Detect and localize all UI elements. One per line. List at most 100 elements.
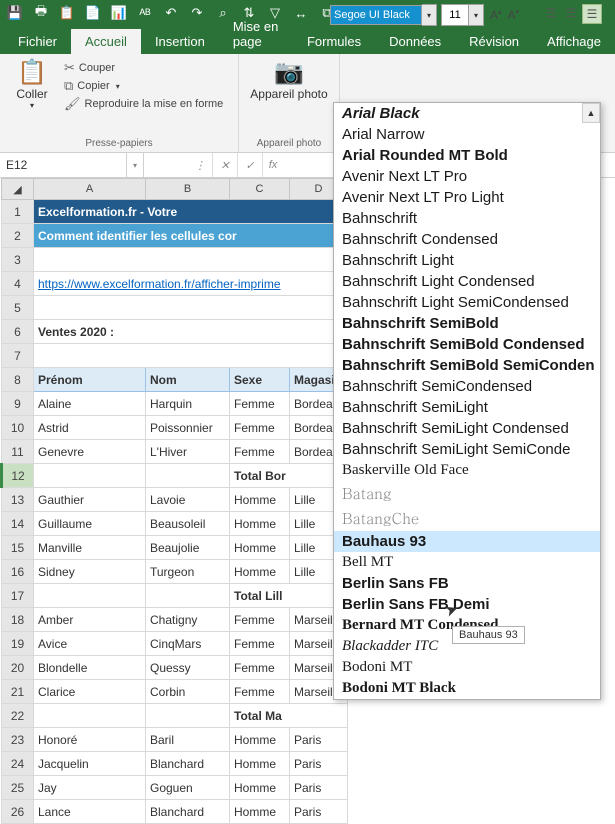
cell[interactable]: Turgeon <box>146 560 230 584</box>
cell[interactable]: Homme <box>230 536 290 560</box>
cell[interactable]: Homme <box>230 800 290 824</box>
col-header-c[interactable]: C <box>230 179 290 200</box>
title-cell[interactable]: Excelformation.fr - Votre <box>34 200 348 224</box>
font-option[interactable]: Arial Narrow <box>334 124 600 145</box>
cell[interactable]: Amber <box>34 608 146 632</box>
select-all-corner[interactable]: ◢ <box>2 179 34 200</box>
row-header[interactable]: 8 <box>2 368 34 392</box>
font-option[interactable]: Bahnschrift SemiLight SemiConde <box>334 439 600 460</box>
row-header[interactable]: 10 <box>2 416 34 440</box>
row-header[interactable]: 26 <box>2 800 34 824</box>
cancel-fx-button[interactable]: ⋮ <box>188 153 213 177</box>
spreadsheet-grid[interactable]: ◢ A B C D 1Excelformation.fr - Votre 2Co… <box>0 178 348 824</box>
font-option[interactable]: Avenir Next LT Pro <box>334 166 600 187</box>
cell[interactable]: Beausoleil <box>146 512 230 536</box>
align-middle-button[interactable]: ☰ <box>562 4 580 22</box>
cell[interactable]: Femme <box>230 632 290 656</box>
cell[interactable]: Corbin <box>146 680 230 704</box>
font-option[interactable]: Bahnschrift SemiBold Condensed <box>334 334 600 355</box>
cell[interactable]: Quessy <box>146 656 230 680</box>
cell[interactable]: Manville <box>34 536 146 560</box>
cell[interactable]: Femme <box>230 392 290 416</box>
cell[interactable]: Blondelle <box>34 656 146 680</box>
copy-button[interactable]: ⧉Copier▾ <box>64 78 223 94</box>
cell[interactable]: Paris <box>290 776 348 800</box>
spell-icon[interactable]: ᴬᴮ <box>134 2 156 24</box>
tab-affichage[interactable]: Affichage <box>533 29 615 54</box>
font-option[interactable]: Bahnschrift Light SemiCondensed <box>334 292 600 313</box>
cell[interactable]: L'Hiver <box>146 440 230 464</box>
row-header[interactable]: 16 <box>2 560 34 584</box>
font-option[interactable]: Bahnschrift Light <box>334 250 600 271</box>
total-cell[interactable]: Total Lill <box>230 584 348 608</box>
font-option[interactable]: Bahnschrift SemiLight <box>334 397 600 418</box>
row-header[interactable]: 17 <box>2 584 34 608</box>
row-header[interactable]: 23 <box>2 728 34 752</box>
font-option[interactable]: Bahnschrift SemiCondensed <box>334 376 600 397</box>
cell[interactable]: Femme <box>230 608 290 632</box>
cell[interactable] <box>34 464 146 488</box>
font-option[interactable]: Bahnschrift Light Condensed <box>334 271 600 292</box>
font-option[interactable]: Bahnschrift Condensed <box>334 229 600 250</box>
cell[interactable]: Ventes 2020 : <box>34 320 348 344</box>
row-header[interactable]: 14 <box>2 512 34 536</box>
cell[interactable] <box>34 296 348 320</box>
font-option[interactable]: Bell MT <box>334 552 600 573</box>
cell[interactable]: CinqMars <box>146 632 230 656</box>
cell[interactable]: Jacquelin <box>34 752 146 776</box>
cell[interactable] <box>34 248 348 272</box>
format-painter-button[interactable]: 🖌Reproduire la mise en forme <box>64 96 223 112</box>
undo-icon[interactable]: ↶ <box>160 2 182 24</box>
font-option[interactable]: Batang <box>334 481 600 506</box>
row-header[interactable]: 6 <box>2 320 34 344</box>
cell[interactable]: Paris <box>290 800 348 824</box>
row-header[interactable]: 5 <box>2 296 34 320</box>
total-cell[interactable]: Total Ma <box>230 704 348 728</box>
cell[interactable]: Femme <box>230 656 290 680</box>
cell[interactable]: Avice <box>34 632 146 656</box>
tab-fichier[interactable]: Fichier <box>4 29 71 54</box>
tab-révision[interactable]: Révision <box>455 29 533 54</box>
scroll-up-button[interactable]: ▲ <box>582 103 600 123</box>
row-header[interactable]: 2 <box>2 224 34 248</box>
row-header[interactable]: 24 <box>2 752 34 776</box>
link-cell[interactable]: https://www.excelformation.fr/afficher-i… <box>34 272 348 296</box>
font-option[interactable]: BatangChe <box>334 506 600 531</box>
row-header[interactable]: 18 <box>2 608 34 632</box>
paste-icon[interactable]: 📄 <box>82 2 104 24</box>
align-bottom-button[interactable]: ☰ <box>582 4 602 24</box>
cell[interactable]: Goguen <box>146 776 230 800</box>
cell[interactable]: Clarice <box>34 680 146 704</box>
cell[interactable]: Sidney <box>34 560 146 584</box>
cell[interactable]: Homme <box>230 752 290 776</box>
grow-font-button[interactable]: A▴ <box>490 8 502 22</box>
cell[interactable]: Baril <box>146 728 230 752</box>
font-option[interactable]: Bahnschrift <box>334 208 600 229</box>
enter-fx-button[interactable]: ✕ <box>213 153 238 177</box>
cell[interactable]: Jay <box>34 776 146 800</box>
font-option[interactable]: Bodoni MT <box>334 657 600 678</box>
clipboard-icon[interactable]: 📋 <box>56 2 78 24</box>
cell[interactable]: Astrid <box>34 416 146 440</box>
font-option[interactable]: Bauhaus 93 <box>334 531 600 552</box>
cell[interactable]: Homme <box>230 560 290 584</box>
cell[interactable] <box>146 704 230 728</box>
row-header[interactable]: 12 <box>2 464 34 488</box>
cell[interactable]: Homme <box>230 776 290 800</box>
cell[interactable]: Femme <box>230 440 290 464</box>
table-header[interactable]: Prénom <box>34 368 146 392</box>
paste-button[interactable]: 📋 Coller ▾ <box>4 56 60 112</box>
cell[interactable]: Harquin <box>146 392 230 416</box>
cell[interactable]: Alaine <box>34 392 146 416</box>
print-icon[interactable]: 🖶 <box>30 2 52 24</box>
save-icon[interactable]: 💾 <box>4 2 26 24</box>
shrink-font-button[interactable]: A▾ <box>508 8 520 22</box>
tab-données[interactable]: Données <box>375 29 455 54</box>
widen-icon[interactable]: ↔ <box>290 2 312 24</box>
row-header[interactable]: 20 <box>2 656 34 680</box>
tab-accueil[interactable]: Accueil <box>71 29 141 54</box>
table-header[interactable]: Sexe <box>230 368 290 392</box>
cell[interactable]: Guillaume <box>34 512 146 536</box>
tab-formules[interactable]: Formules <box>293 29 375 54</box>
chart-icon[interactable]: 📊 <box>108 2 130 24</box>
